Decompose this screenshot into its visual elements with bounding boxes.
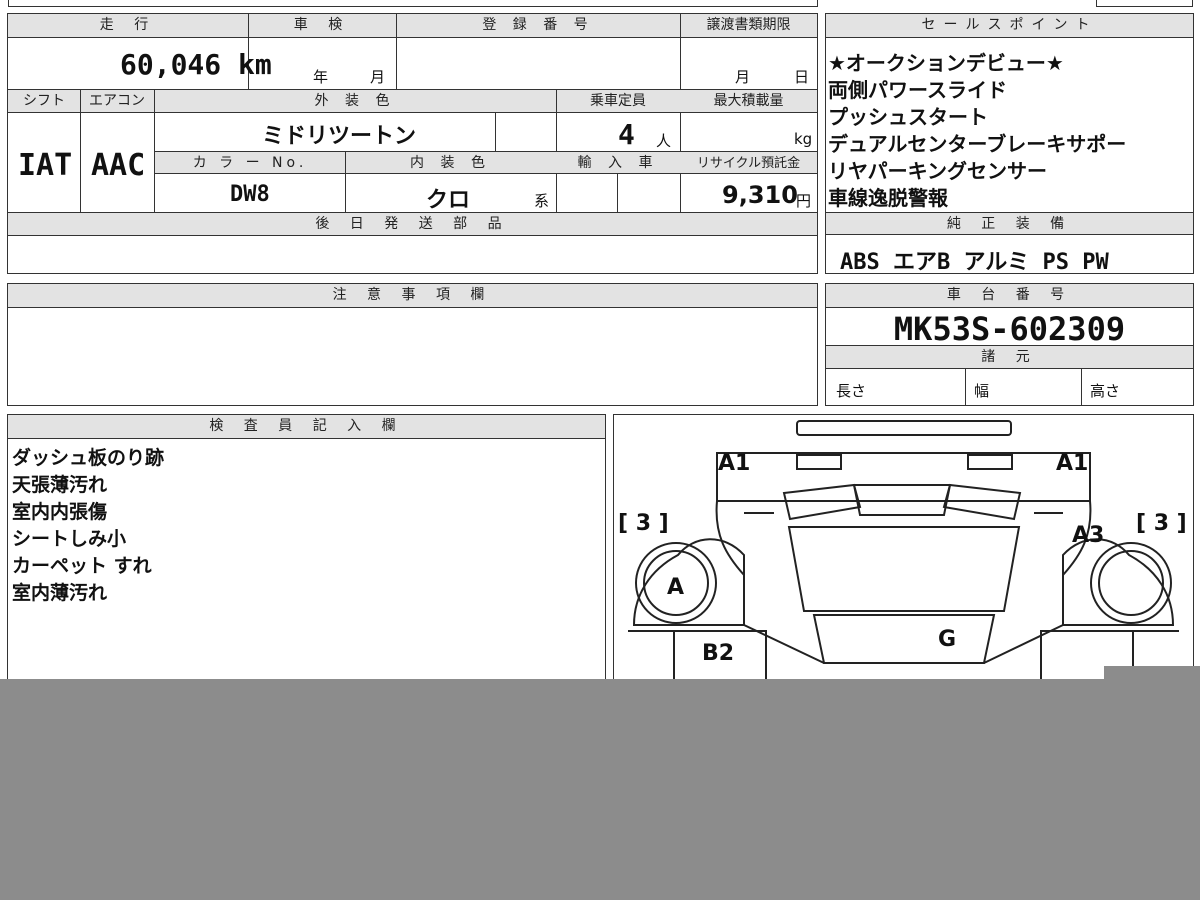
recycle-unit: 円 [796, 192, 812, 210]
interior-color-value: クロ [426, 188, 471, 213]
transfer-deadline-label: 譲渡書類期限 [680, 14, 817, 38]
deadline-day-unit: 日 [794, 68, 810, 86]
interior-suffix: 系 [534, 192, 550, 210]
shift-value: IAT [18, 148, 73, 183]
sales-points-title: セールスポイント [826, 14, 1193, 38]
color-no-label: カ ラ ー No. [155, 152, 345, 174]
sales-point-item: 両側パワースライド [828, 78, 1007, 102]
spec-height: 高さ [1090, 382, 1121, 400]
spec-width: 幅 [974, 382, 990, 400]
damage-mark-g: G [938, 627, 957, 652]
gray-overlay [0, 679, 1200, 900]
mileage-label: 走 行 [8, 14, 248, 38]
inspector-note: ダッシュ板のり跡 [12, 447, 165, 469]
color-no-value: DW8 [230, 182, 270, 207]
genuine-equipment-title: 純 正 装 備 [826, 212, 1193, 235]
spec-title: 諸 元 [826, 345, 1193, 369]
damage-mark-a1-right: A1 [1056, 451, 1089, 476]
top-cropped-strip-right [1096, 0, 1193, 7]
genuine-equipment-value: ABS エアB アルミ PS PW [840, 250, 1109, 275]
chassis-title: 車 台 番 号 [826, 284, 1193, 308]
aircon-value: AAC [91, 148, 146, 183]
notes-title: 注 意 事 項 欄 [8, 284, 817, 308]
interior-color-label: 内 装 色 [345, 152, 556, 174]
mileage-value: 60,046 km [120, 48, 272, 81]
overlay-tab [1104, 666, 1200, 680]
sales-point-item: ★オークションデビュー★ [828, 51, 1064, 75]
top-cropped-strip [8, 0, 818, 7]
inspector-note: 室内薄汚れ [12, 582, 108, 604]
sales-point-item: 車線逸脱警報 [828, 186, 948, 210]
max-load-label: 最大積載量 [680, 90, 817, 113]
damage-mark-a: A [667, 575, 685, 600]
exterior-color-value: ミドリツートン [262, 124, 417, 149]
shift-label: シフト [8, 90, 80, 113]
grade-bracket-left: [ 3 ] [618, 511, 669, 536]
inspector-note: 天張薄汚れ [12, 474, 108, 496]
inspector-note: シートしみ小 [12, 528, 127, 550]
inspector-title: 検 査 員 記 入 欄 [8, 415, 605, 439]
load-unit: kg [794, 130, 813, 148]
inspection-label: 車 検 [248, 14, 396, 38]
aircon-label: エアコン [80, 90, 154, 113]
import-label: 輸 入 車 [556, 152, 680, 174]
inspector-note: 室内内張傷 [12, 501, 108, 523]
inspection-month-unit: 月 [370, 68, 386, 86]
recycle-fee-label: リサイクル預託金 [680, 152, 817, 174]
deadline-month-unit: 月 [735, 68, 751, 86]
registration-label: 登 録 番 号 [396, 14, 680, 38]
chassis-number: MK53S-602309 [893, 310, 1126, 348]
notes-box: 注 意 事 項 欄 [7, 283, 818, 406]
grade-bracket-right: [ 3 ] [1136, 511, 1187, 536]
damage-mark-a1-left: A1 [718, 451, 751, 476]
exterior-color-label: 外 装 色 [154, 90, 556, 113]
chassis-box: 車 台 番 号 MK53S-602309 諸 元 長さ 幅 高さ [825, 283, 1194, 406]
sales-point-item: デュアルセンターブレーキサポー [828, 132, 1127, 156]
capacity-unit: 人 [656, 132, 672, 150]
inspection-year-unit: 年 [313, 68, 329, 86]
later-parts-label: 後 日 発 送 部 品 [8, 213, 817, 236]
capacity-label: 乗車定員 [556, 90, 680, 113]
damage-mark-a3: A3 [1072, 523, 1105, 548]
damage-mark-b2: B2 [702, 641, 735, 666]
recycle-fee-value: 9,310 [722, 181, 798, 209]
capacity-value: 4 [618, 118, 635, 151]
inspector-note: カーペット すれ [12, 555, 152, 577]
sales-point-item: プッシュスタート [828, 105, 988, 129]
vehicle-info-box: 走 行 車 検 登 録 番 号 譲渡書類期限 60,046 km 年 月 月 日… [7, 13, 818, 274]
sales-point-item: リヤパーキングセンサー [828, 159, 1047, 183]
spec-length: 長さ [836, 382, 867, 400]
